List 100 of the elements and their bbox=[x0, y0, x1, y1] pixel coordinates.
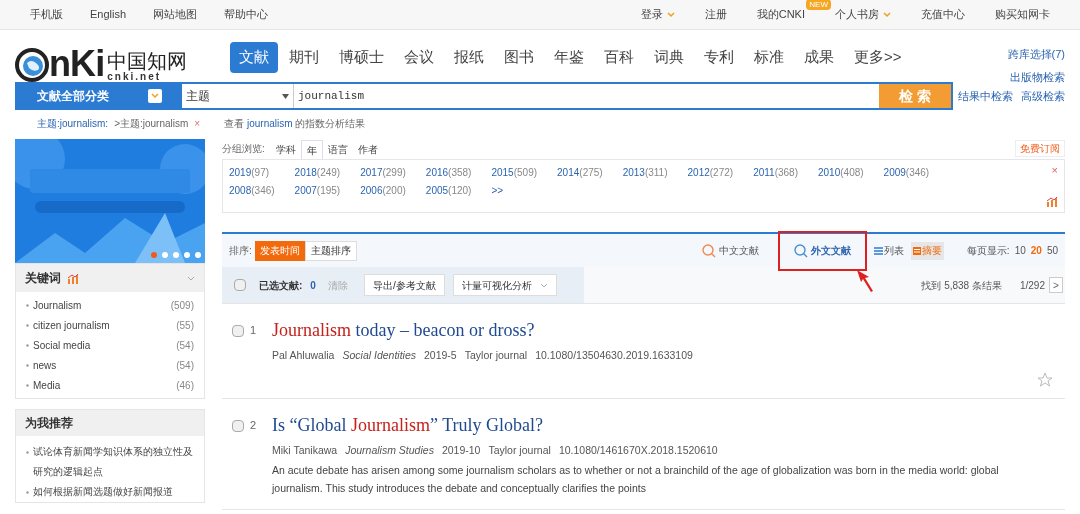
selected-label: 已选文献: bbox=[259, 278, 303, 293]
abstract: An acute debate has arisen among some journalism scholars as to whether or not a brainchild of the age of globalization was born in the media world: global journalism. This study introduces the debate and conceptually clarifies the points bbox=[270, 462, 1000, 496]
year-link[interactable]: 2013(311) bbox=[622, 165, 668, 180]
year-link[interactable]: 2006(200) bbox=[360, 183, 406, 198]
side-link[interactable]: 结果中检索 bbox=[958, 87, 1013, 105]
breadcrumb-item[interactable]: 主题:journalism: bbox=[37, 115, 109, 131]
recommend-item[interactable]: 如何根据新闻选题做好新闻报道 bbox=[33, 482, 173, 502]
checkbox[interactable] bbox=[232, 419, 244, 432]
year-link[interactable]: 2010(408) bbox=[818, 165, 864, 180]
result-title[interactable]: Is “Global Journalism” Truly Global? bbox=[272, 412, 543, 439]
top-link[interactable]: 帮助中心 bbox=[224, 6, 269, 23]
export-button[interactable]: 导出/参考文献 bbox=[363, 274, 445, 296]
recommend-item[interactable]: 试论体育新闻学知识体系的独立性及研究的逻辑起点 bbox=[33, 442, 194, 482]
category-select[interactable]: 文献全部分类 bbox=[17, 87, 182, 105]
more-link[interactable]: >> bbox=[491, 183, 538, 198]
result-title[interactable]: Journalism today – beacon or dross? bbox=[272, 317, 535, 344]
nav-tab[interactable]: 标准 bbox=[745, 42, 793, 73]
nav-tab[interactable]: 博硕士 bbox=[330, 42, 393, 73]
search-icon bbox=[701, 243, 716, 258]
next-page-button[interactable]: > bbox=[1049, 277, 1063, 293]
top-link[interactable]: 网站地图 bbox=[153, 6, 198, 23]
nav-tab[interactable]: 图书 bbox=[495, 42, 543, 73]
top-link[interactable]: 充值中心 bbox=[921, 6, 965, 23]
star-icon[interactable] bbox=[1037, 372, 1053, 388]
search-field[interactable]: journalism bbox=[294, 84, 879, 108]
year-link[interactable]: 2011(368) bbox=[753, 165, 798, 180]
nav-tab[interactable]: 百科 bbox=[595, 42, 643, 73]
nav-tab[interactable]: 成果 bbox=[795, 42, 843, 73]
nav-tab[interactable]: 更多>> bbox=[845, 42, 911, 73]
nav-tab[interactable]: 词典 bbox=[645, 42, 693, 73]
top-link[interactable]: 个人书房 bbox=[835, 6, 891, 23]
bullet-icon bbox=[26, 363, 29, 367]
nav-tab[interactable]: 专利 bbox=[695, 42, 743, 73]
publisher: Taylor journal bbox=[488, 443, 551, 458]
journal[interactable]: Journalism Studies bbox=[345, 443, 434, 459]
year-link[interactable]: 2008(346) bbox=[229, 183, 275, 198]
top-link[interactable]: 购买知网卡 bbox=[995, 6, 1050, 23]
bullet-icon bbox=[26, 343, 29, 347]
year-link[interactable]: 2012(272) bbox=[687, 165, 734, 180]
author[interactable]: Miki Tanikawa bbox=[272, 443, 338, 459]
year-link[interactable]: 2017(299) bbox=[360, 165, 406, 180]
year-link[interactable]: 2005(120) bbox=[425, 183, 472, 198]
group-tab[interactable]: 学科 bbox=[270, 140, 301, 159]
side-link[interactable]: 出版物检索 bbox=[1010, 68, 1065, 85]
selected-count: 0 bbox=[310, 278, 316, 293]
nav-tab[interactable]: 报纸 bbox=[445, 42, 493, 73]
keyword-count: (54) bbox=[176, 358, 194, 373]
year-link[interactable]: 2016(358) bbox=[425, 165, 472, 180]
view-toggle[interactable]: 列表 bbox=[871, 241, 906, 260]
doi: 10.1080/13504630.2019.1633109 bbox=[535, 348, 693, 363]
year-link[interactable]: 2007(195) bbox=[294, 183, 341, 198]
group-tab[interactable]: 语言 bbox=[322, 140, 353, 159]
keyword-item[interactable]: news (54) bbox=[16, 355, 204, 375]
date: 2019-5 bbox=[424, 348, 457, 363]
top-link[interactable]: 登录 bbox=[640, 6, 675, 23]
author[interactable]: Pal Ahluwalia bbox=[272, 348, 335, 364]
caret-icon[interactable] bbox=[539, 282, 548, 288]
keyword-item[interactable]: Media (46) bbox=[16, 375, 204, 395]
year-link[interactable]: 2015(509) bbox=[491, 165, 538, 180]
checkbox[interactable] bbox=[234, 279, 246, 291]
nav-tab[interactable]: 期刊 bbox=[280, 42, 328, 73]
chart-icon[interactable] bbox=[67, 272, 79, 284]
year-link[interactable]: 2018(249) bbox=[294, 165, 341, 180]
keyword-item[interactable]: citizen journalism (55) bbox=[16, 315, 204, 335]
side-link[interactable]: 跨库选择(7) bbox=[1007, 46, 1065, 63]
top-link[interactable]: English bbox=[90, 6, 127, 23]
keyword-item[interactable]: Journalism (509) bbox=[16, 295, 204, 315]
field-select[interactable]: 主题 bbox=[182, 84, 294, 108]
close-button[interactable]: × bbox=[1051, 165, 1058, 176]
nav-tab[interactable]: 年鉴 bbox=[545, 42, 593, 73]
top-link[interactable]: 手机版 bbox=[30, 6, 63, 23]
globe-icon bbox=[15, 48, 49, 82]
logo-mark: nKi bbox=[49, 46, 105, 82]
per-page-label: 每页显示: bbox=[966, 244, 1010, 258]
top-link[interactable]: 注册 bbox=[704, 6, 727, 23]
per-page-option[interactable]: 10 bbox=[1014, 243, 1026, 258]
per-page-option[interactable]: 50 bbox=[1046, 243, 1058, 258]
language-tab[interactable]: 中文文献 bbox=[687, 230, 773, 271]
year-link[interactable]: 2014(275) bbox=[557, 165, 603, 180]
sort-option[interactable]: 主题排序 bbox=[304, 240, 357, 261]
year-link[interactable]: 2009(346) bbox=[883, 165, 930, 180]
nav-tab[interactable]: 文献 bbox=[230, 42, 278, 73]
breadcrumb-item[interactable]: >主题:journalism bbox=[114, 115, 189, 131]
logo-domain: cnki.net bbox=[107, 72, 163, 82]
side-link[interactable]: 高级检索 bbox=[1021, 87, 1065, 105]
bullet-icon bbox=[26, 383, 29, 387]
keyword-count: (55) bbox=[176, 318, 194, 333]
keyword-item[interactable]: Social media (54) bbox=[16, 335, 204, 355]
year-link[interactable]: 2019(97) bbox=[229, 165, 275, 180]
chart-icon[interactable] bbox=[1046, 196, 1058, 207]
analysis-link[interactable]: 查看 journalism 的指数分析结果 bbox=[224, 115, 366, 131]
collapse-icon[interactable] bbox=[187, 275, 195, 281]
language-tab[interactable]: 外文文献 bbox=[777, 230, 867, 271]
visualize-dropdown[interactable]: 计量可视化分析 bbox=[452, 274, 557, 296]
journal[interactable]: Social Identities bbox=[342, 348, 416, 364]
nav-tab[interactable]: 会议 bbox=[395, 42, 443, 73]
group-tab[interactable]: 作者 bbox=[352, 140, 383, 159]
keyword-count: (509) bbox=[170, 298, 194, 313]
checkbox[interactable] bbox=[232, 324, 244, 337]
group-tab[interactable]: 年 bbox=[300, 140, 323, 159]
